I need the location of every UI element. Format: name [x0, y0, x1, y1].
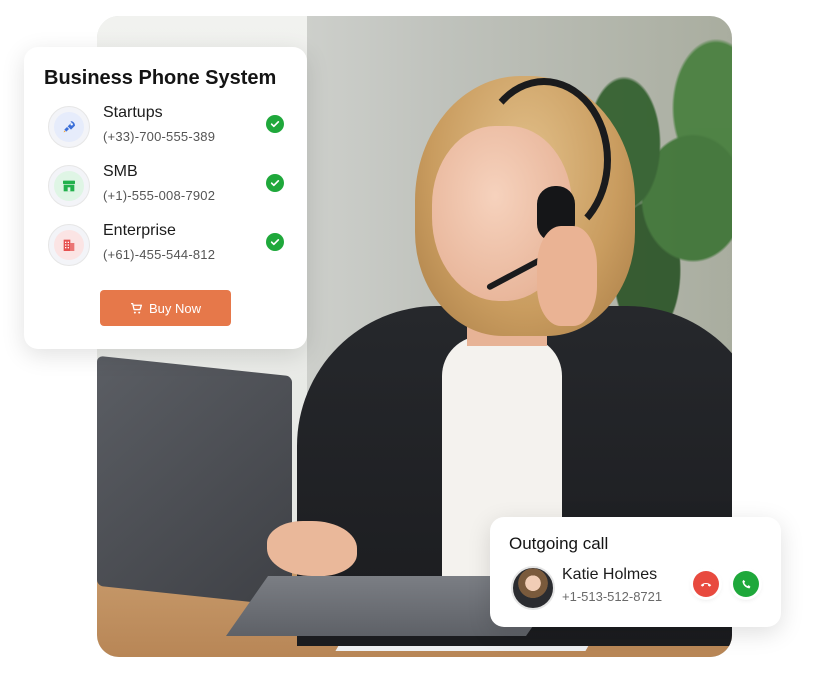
plan-phone: (+33)-700-555-389 [103, 129, 216, 144]
check-icon [266, 233, 284, 251]
plan-icon-wrap [48, 224, 90, 266]
buy-now-button[interactable]: Buy Now [100, 290, 231, 326]
plan-name: Startups [103, 104, 163, 121]
plan-row-enterprise[interactable]: Enterprise (+61)-455-544-812 [48, 222, 288, 268]
buy-now-label: Buy Now [148, 300, 202, 316]
check-icon [266, 115, 284, 133]
plan-name: Enterprise [103, 222, 176, 239]
call-title: Outgoing call [509, 534, 609, 553]
person-hand-typing [267, 521, 357, 576]
hangup-button[interactable] [693, 571, 719, 597]
plan-icon-wrap [48, 106, 90, 148]
accept-call-button[interactable] [733, 571, 759, 597]
laptop [97, 355, 292, 607]
business-phone-card: Business Phone System Startups (+33)-700… [24, 47, 307, 349]
plan-name: SMB [103, 163, 138, 180]
plan-phone: (+61)-455-544-812 [103, 247, 216, 262]
caller-phone: +1-513-512-8721 [562, 589, 663, 604]
caller-name: Katie Holmes [562, 566, 658, 583]
person-hand [537, 226, 597, 326]
hangup-phone-icon [700, 582, 712, 587]
building-icon [63, 239, 75, 251]
phone-icon [741, 579, 750, 588]
avatar [511, 566, 555, 610]
outgoing-call-card: Outgoing call Katie Holmes +1-513-512-87… [490, 517, 781, 627]
storefront-icon [63, 180, 75, 192]
card-title: Business Phone System [44, 67, 277, 89]
plan-row-startups[interactable]: Startups (+33)-700-555-389 [48, 104, 288, 150]
check-icon [266, 174, 284, 192]
plan-row-smb[interactable]: SMB (+1)-555-008-7902 [48, 163, 288, 209]
rocket-icon [63, 121, 75, 133]
plan-icon-wrap [48, 165, 90, 207]
cart-icon [131, 302, 143, 314]
plan-phone: (+1)-555-008-7902 [103, 188, 216, 203]
